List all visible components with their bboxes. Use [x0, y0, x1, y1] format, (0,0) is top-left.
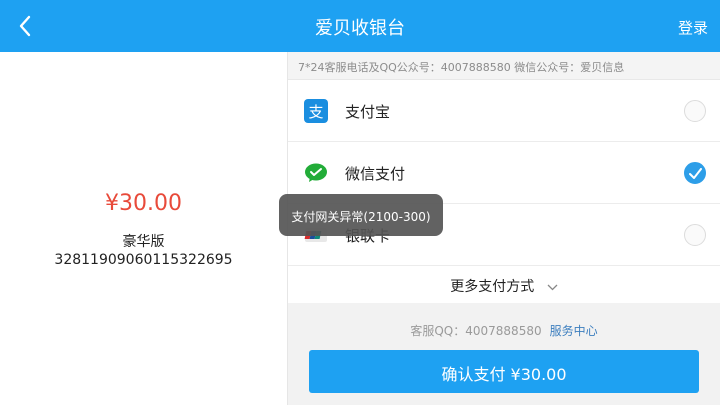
- service-center-link[interactable]: 服务中心: [550, 324, 598, 338]
- radio-checked-icon[interactable]: [684, 162, 706, 184]
- login-button[interactable]: 登录: [678, 17, 708, 38]
- payment-method-alipay[interactable]: 支 支付宝: [288, 80, 720, 142]
- more-payment-label: 更多支付方式: [450, 279, 535, 295]
- wechat-pay-icon: [304, 161, 328, 185]
- order-summary-panel: ¥30.00 豪华版 32811909060115322695: [0, 52, 287, 405]
- top-bar: 爱贝收银台 登录: [0, 0, 720, 52]
- alipay-icon: 支: [304, 99, 328, 123]
- customer-service: 客服QQ：4007888580 服务中心: [288, 322, 720, 339]
- payment-method-list: 支 支付宝 微信支付 银联卡 更多支付方式: [288, 80, 720, 303]
- order-number: 32811909060115322695: [54, 252, 233, 268]
- payment-method-label: 微信支付: [345, 165, 406, 183]
- chevron-down-icon: [547, 279, 558, 295]
- page-title: 爱贝收银台: [315, 18, 405, 39]
- radio-unchecked[interactable]: [684, 224, 706, 246]
- service-info-bar: 7*24客服电话及QQ公众号：4007888580 微信公众号：爱贝信息: [288, 52, 720, 80]
- svg-text:支: 支: [308, 103, 323, 121]
- payment-method-label: 支付宝: [345, 103, 391, 121]
- radio-unchecked[interactable]: [684, 100, 706, 122]
- order-price: ¥30.00: [105, 191, 182, 216]
- more-payment-methods-button[interactable]: 更多支付方式: [288, 268, 720, 303]
- error-toast: 支付网关异常(2100-300): [279, 194, 443, 236]
- customer-service-qq: 客服QQ：4007888580: [410, 324, 542, 338]
- confirm-pay-button[interactable]: 确认支付 ¥30.00: [309, 350, 699, 393]
- product-name: 豪华版: [122, 234, 165, 250]
